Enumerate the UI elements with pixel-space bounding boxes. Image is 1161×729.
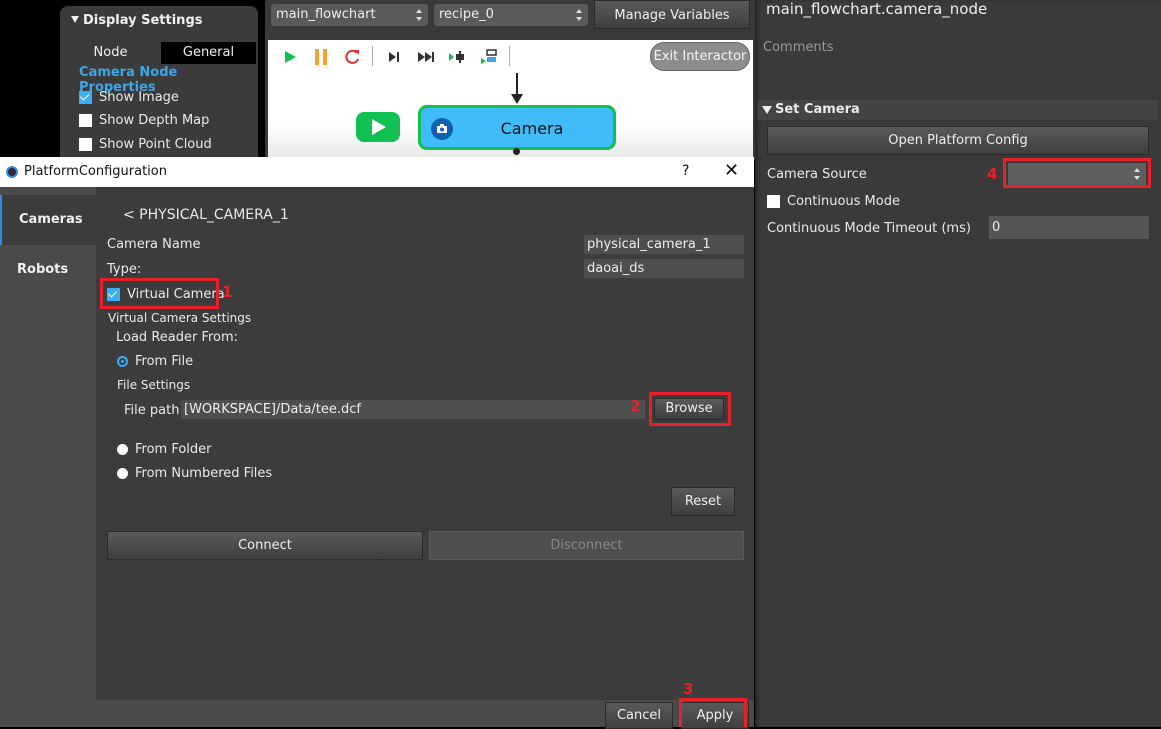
- collapse-triangle-icon: [71, 16, 79, 23]
- annotation-box-1: [100, 278, 219, 309]
- connect-button[interactable]: Connect: [107, 531, 423, 560]
- annotation-number-2: 2: [630, 397, 641, 415]
- type-value: daoai_ds: [584, 259, 744, 278]
- fast-forward-icon[interactable]: [417, 48, 435, 66]
- set-camera-header[interactable]: Set Camera: [758, 100, 1158, 120]
- checkbox-icon: [79, 138, 92, 151]
- radio-icon: [117, 468, 128, 479]
- display-settings-panel: Display Settings Node General Camera Nod…: [60, 6, 258, 166]
- annotation-number-3: 3: [683, 680, 694, 698]
- dialog-sidebar: Cameras Robots: [0, 187, 96, 727]
- camera-name-label: Camera Name: [107, 237, 201, 252]
- file-settings-label: File Settings: [117, 378, 191, 392]
- help-button[interactable]: ?: [682, 163, 689, 179]
- node-path-title: main_flowchart.camera_node: [766, 0, 988, 18]
- disconnect-button: Disconnect: [429, 531, 744, 560]
- annotation-number-4: 4: [987, 165, 998, 183]
- play-icon[interactable]: [281, 48, 299, 66]
- continuous-timeout-input[interactable]: 0: [989, 216, 1149, 239]
- virtual-camera-settings-label: Virtual Camera Settings: [108, 311, 252, 325]
- run-to-node-icon[interactable]: [480, 48, 498, 66]
- annotation-number-1: 1: [222, 283, 233, 301]
- manage-variables-button[interactable]: Manage Variables: [594, 0, 750, 29]
- close-icon[interactable]: ✕: [724, 160, 739, 181]
- file-path-input[interactable]: [WORKSPACE]/Data/tee.dcf: [181, 400, 645, 419]
- camera-node[interactable]: Camera: [418, 105, 616, 150]
- annotation-box-3: [679, 698, 747, 727]
- pause-icon[interactable]: [312, 48, 330, 66]
- camera-name-input[interactable]: physical_camera_1: [584, 235, 744, 254]
- tab-general[interactable]: General: [161, 42, 256, 64]
- toolbar-divider: [509, 46, 510, 66]
- annotation-box-2: [649, 392, 731, 426]
- camera-source-label: Camera Source: [767, 167, 867, 182]
- camera-node-label: Camera: [500, 119, 564, 138]
- collapse-triangle-icon: [762, 106, 772, 114]
- dialog-title: PlatformConfiguration: [24, 164, 167, 179]
- radio-icon: [117, 444, 128, 455]
- open-platform-config-button[interactable]: Open Platform Config: [767, 126, 1149, 155]
- play-icon: [372, 119, 386, 135]
- comments-field[interactable]: Comments: [763, 40, 833, 55]
- show-image-checkbox[interactable]: Show Image: [79, 90, 179, 105]
- app-logo-icon: [6, 166, 18, 178]
- run-to-breakpoint-icon[interactable]: [448, 48, 466, 66]
- annotation-box-4: [1003, 158, 1151, 188]
- cancel-button[interactable]: Cancel: [605, 702, 673, 729]
- platform-configuration-dialog: PlatformConfiguration ? ✕ Cameras Robots…: [0, 157, 754, 729]
- file-path-label: File path:: [124, 403, 184, 418]
- load-reader-label: Load Reader From:: [116, 330, 239, 345]
- output-port[interactable]: [513, 148, 520, 155]
- sidebar-item-cameras[interactable]: Cameras: [0, 195, 96, 245]
- continuous-mode-checkbox[interactable]: Continuous Mode: [767, 194, 900, 209]
- exit-interactor-button[interactable]: Exit Interactor: [650, 42, 750, 71]
- toolbar-divider: [372, 46, 373, 66]
- sidebar-item-robots[interactable]: Robots: [0, 245, 96, 295]
- from-numbered-files-radio[interactable]: From Numbered Files: [117, 466, 272, 481]
- reset-button[interactable]: Reset: [671, 487, 735, 516]
- radio-selected-icon: [117, 356, 128, 367]
- step-icon[interactable]: [385, 48, 403, 66]
- arrow-down-icon: [511, 94, 523, 104]
- from-folder-radio[interactable]: From Folder: [117, 442, 212, 457]
- checkbox-checked-icon: [79, 91, 92, 104]
- restart-icon[interactable]: [343, 48, 361, 66]
- show-depth-map-checkbox[interactable]: Show Depth Map: [79, 113, 209, 128]
- show-point-cloud-checkbox[interactable]: Show Point Cloud: [79, 137, 212, 152]
- recipe-select[interactable]: recipe_0: [434, 4, 588, 26]
- dialog-titlebar: PlatformConfiguration ? ✕: [0, 157, 754, 187]
- spin-arrows-icon: [576, 9, 582, 21]
- type-label: Type:: [107, 262, 142, 277]
- node-properties-panel: main_flowchart.camera_node Comments Set …: [755, 0, 1161, 727]
- checkbox-icon: [767, 195, 780, 208]
- checkbox-icon: [79, 114, 92, 127]
- start-node[interactable]: [356, 112, 400, 142]
- flowchart-canvas[interactable]: Exit Interactor Camera: [268, 40, 753, 160]
- spin-arrows-icon: [416, 9, 422, 21]
- back-to-camera-link[interactable]: < PHYSICAL_CAMERA_1: [123, 207, 289, 223]
- from-file-radio[interactable]: From File: [117, 354, 193, 369]
- flowchart-select[interactable]: main_flowchart: [271, 4, 428, 26]
- tab-node[interactable]: Node: [60, 42, 161, 64]
- display-settings-header[interactable]: Display Settings: [71, 13, 202, 28]
- continuous-timeout-label: Continuous Mode Timeout (ms): [767, 221, 971, 236]
